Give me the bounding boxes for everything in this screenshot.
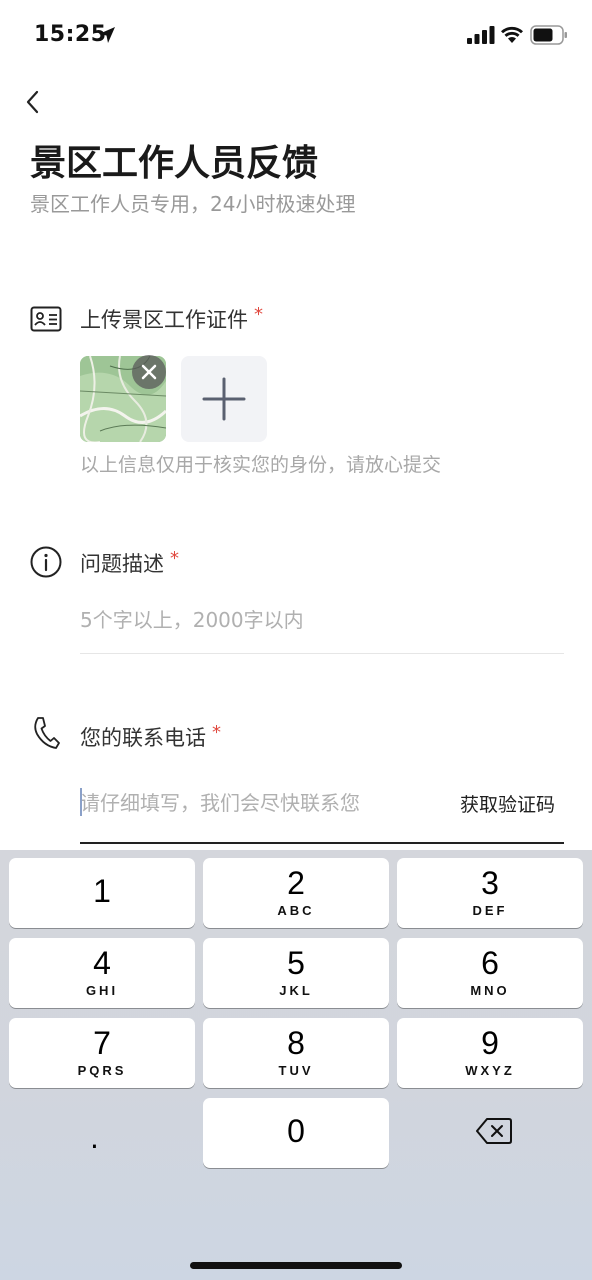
key-digit: 7 [93, 1025, 111, 1061]
home-indicator [190, 1262, 402, 1269]
phone-label: 您的联系电话 * [80, 722, 221, 752]
key-3[interactable]: 3 DEF [397, 858, 583, 928]
cellular-signal-icon [467, 26, 495, 44]
key-7[interactable]: 7 PQRS [9, 1018, 195, 1088]
key-digit: 6 [481, 945, 499, 981]
upload-label: 上传景区工作证件 * [80, 304, 263, 334]
description-input[interactable]: 5个字以上，2000字以内 [80, 604, 304, 633]
phone-label-text: 您的联系电话 [80, 726, 206, 750]
status-time: 15:25 [34, 22, 107, 47]
key-5[interactable]: 5 JKL [203, 938, 389, 1008]
key-letters: WXYZ [465, 1063, 515, 1078]
key-0[interactable]: 0 [203, 1098, 389, 1168]
remove-photo-button[interactable] [132, 355, 166, 389]
description-label-text: 问题描述 [80, 552, 164, 576]
key-digit: 1 [93, 873, 111, 909]
battery-icon [530, 25, 567, 45]
plus-icon [202, 377, 246, 421]
backspace-icon[interactable] [476, 1117, 512, 1145]
text-caret [80, 788, 82, 816]
get-verification-code-button[interactable]: 获取验证码 [460, 790, 555, 817]
key-letters: DEF [472, 903, 508, 918]
key-letters: GHI [85, 983, 119, 998]
description-label: 问题描述 * [80, 548, 179, 578]
divider [80, 653, 564, 654]
phone-input[interactable] [80, 786, 450, 820]
back-arrow-icon[interactable] [22, 88, 46, 116]
location-arrow-icon [99, 27, 115, 43]
key-dot[interactable]: . [90, 1122, 99, 1155]
key-letters: JKL [279, 983, 313, 998]
key-letters: ABC [277, 903, 315, 918]
required-mark: * [254, 304, 263, 325]
key-digit: 0 [287, 1113, 305, 1149]
key-8[interactable]: 8 TUV [203, 1018, 389, 1088]
required-mark: * [212, 722, 221, 743]
key-digit: 3 [481, 865, 499, 901]
key-1[interactable]: 1 [9, 858, 195, 928]
key-letters: MNO [470, 983, 510, 998]
required-mark: * [170, 548, 179, 569]
upload-hint: 以上信息仅用于核实您的身份，请放心提交 [80, 454, 442, 476]
info-icon [30, 546, 62, 578]
close-icon [141, 364, 157, 380]
key-digit: 5 [287, 945, 305, 981]
key-digit: 9 [481, 1025, 499, 1061]
phone-underline [80, 842, 564, 844]
page-subtitle: 景区工作人员专用，24小时极速处理 [30, 192, 356, 216]
key-6[interactable]: 6 MNO [397, 938, 583, 1008]
page-title: 景区工作人员反馈 [30, 143, 319, 184]
key-letters: PQRS [77, 1063, 127, 1078]
status-bar: 15:25 [0, 0, 592, 70]
key-digit: 4 [93, 945, 111, 981]
key-4[interactable]: 4 GHI [9, 938, 195, 1008]
add-photo-button[interactable] [181, 356, 267, 442]
wifi-icon [501, 26, 523, 43]
key-letters: TUV [278, 1063, 314, 1078]
key-2[interactable]: 2 ABC [203, 858, 389, 928]
key-digit: 2 [287, 865, 305, 901]
upload-label-text: 上传景区工作证件 [80, 308, 248, 332]
key-digit: 8 [287, 1025, 305, 1061]
key-9[interactable]: 9 WXYZ [397, 1018, 583, 1088]
phone-icon [34, 717, 60, 749]
id-card-icon [30, 306, 62, 332]
